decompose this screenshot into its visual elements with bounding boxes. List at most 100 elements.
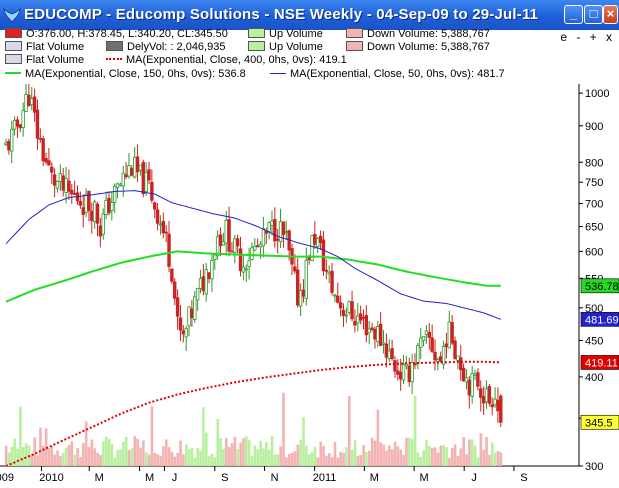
volume-bar [47, 448, 51, 466]
candle-body [499, 395, 503, 423]
price-chart[interactable]: 1000900800750700650600550500450400350300… [0, 84, 619, 488]
legend-ohlc: O:376.00, H:378.45, L:340.20, CL:345.50 [5, 28, 228, 41]
volume-bar [210, 453, 214, 466]
candle-body [150, 181, 154, 201]
candle-body [135, 156, 140, 173]
candle-body [67, 180, 71, 192]
volume-bar [153, 452, 157, 466]
candle-body [467, 379, 472, 396]
candle-body [344, 314, 349, 317]
volume-bar [379, 442, 383, 466]
legend-flat-volume-2: Flat Volume [5, 54, 84, 67]
ma400-line-icon [106, 58, 122, 61]
candle-body [178, 317, 183, 331]
candle-body [253, 245, 257, 251]
candle-body [358, 313, 363, 321]
close-button[interactable]: × [603, 5, 618, 24]
volume-bar [142, 440, 145, 466]
candle-body [270, 220, 274, 226]
minimize-button[interactable]: _ [564, 5, 583, 24]
candle-body [321, 239, 326, 272]
x-tick-label: M [420, 472, 429, 484]
candle-body [301, 289, 306, 297]
x-tick-label: S [520, 472, 527, 484]
volume-bar [139, 447, 142, 466]
volume-bar [96, 452, 99, 466]
candle-body [376, 326, 380, 343]
volume-bar [102, 441, 105, 466]
candle-body [427, 331, 431, 338]
window-title: EDUCOMP - Educomp Solutions - NSE Weekly… [24, 6, 539, 23]
volume-bar [182, 454, 185, 466]
candle-body [230, 250, 234, 253]
candle-body [313, 234, 317, 245]
candle-body [338, 302, 343, 309]
candle-body [401, 364, 406, 381]
volume-bar [468, 439, 471, 466]
ma400-label: MA(Exponential, Close, 400, 0hs, 0vs): 4… [126, 54, 347, 66]
last-value-tag-label: 481.69 [585, 314, 619, 326]
volume-bar [110, 443, 114, 466]
volume-bar [245, 436, 248, 466]
candle-body [38, 138, 43, 140]
candle-body [41, 138, 45, 162]
candle-body [244, 268, 248, 271]
volume-bar [39, 427, 42, 466]
candle-body [481, 396, 486, 404]
candle-body [381, 342, 386, 345]
legend-up-volume: Up Volume [248, 28, 323, 41]
volume-bar [70, 441, 74, 466]
volume-bar [368, 450, 371, 466]
volume-bar [247, 439, 251, 466]
candle-body [95, 203, 100, 224]
candle-body [72, 193, 77, 195]
candle-body [367, 328, 371, 334]
candle-body [187, 306, 191, 327]
title-bar[interactable]: EDUCOMP - Educomp Solutions - NSE Weekly… [0, 0, 619, 30]
up-volume-label: Up Volume [269, 28, 323, 40]
volume-bar [393, 441, 397, 466]
x-tick-label: S [221, 472, 228, 484]
volume-bar [219, 438, 222, 466]
candle-body [50, 166, 54, 173]
candle-body [170, 268, 174, 282]
volume-bar [267, 449, 271, 466]
volume-bar [491, 442, 494, 466]
chart-legend: e - + x O:376.00, H:378.45, L:340.20, CL… [0, 28, 619, 84]
legend-controls[interactable]: e - + x [560, 30, 615, 44]
legend-ma400: MA(Exponential, Close, 400, 0hs, 0vs): 4… [106, 54, 347, 67]
volume-bar [285, 457, 288, 466]
volume-bar [362, 445, 365, 466]
volume-bar [36, 455, 39, 466]
volume-bar [79, 456, 82, 466]
ma50-line-icon [270, 72, 286, 74]
candle-body [324, 269, 329, 272]
volume-bar [402, 454, 405, 466]
candle-body [115, 183, 120, 188]
volume-bar [433, 447, 437, 466]
candle-body [161, 220, 165, 234]
maximize-button[interactable]: □ [584, 5, 603, 24]
candle-body [436, 358, 440, 362]
x-tick-label: J [471, 472, 477, 484]
volume-bar [499, 452, 503, 466]
volume-bar [262, 448, 265, 466]
candle-body [92, 201, 97, 222]
candle-body [107, 197, 111, 214]
candle-body [207, 272, 211, 279]
volume-bar [193, 457, 197, 466]
volume-bar [313, 446, 317, 466]
candle-body [193, 296, 197, 320]
volume-bar [345, 447, 348, 466]
x-tick-label: 2011 [313, 472, 337, 484]
x-tick-label: M [370, 472, 379, 484]
candle-body [155, 209, 160, 224]
candle-body [7, 140, 11, 151]
volume-bar [24, 443, 28, 466]
volume-bar [196, 448, 200, 466]
legend-down-volume-2: Down Volume: 5,388,767 [346, 41, 490, 54]
candle-body [4, 142, 8, 146]
volume-bar [310, 452, 314, 466]
volume-bar [428, 446, 431, 466]
candle-body [487, 386, 492, 404]
